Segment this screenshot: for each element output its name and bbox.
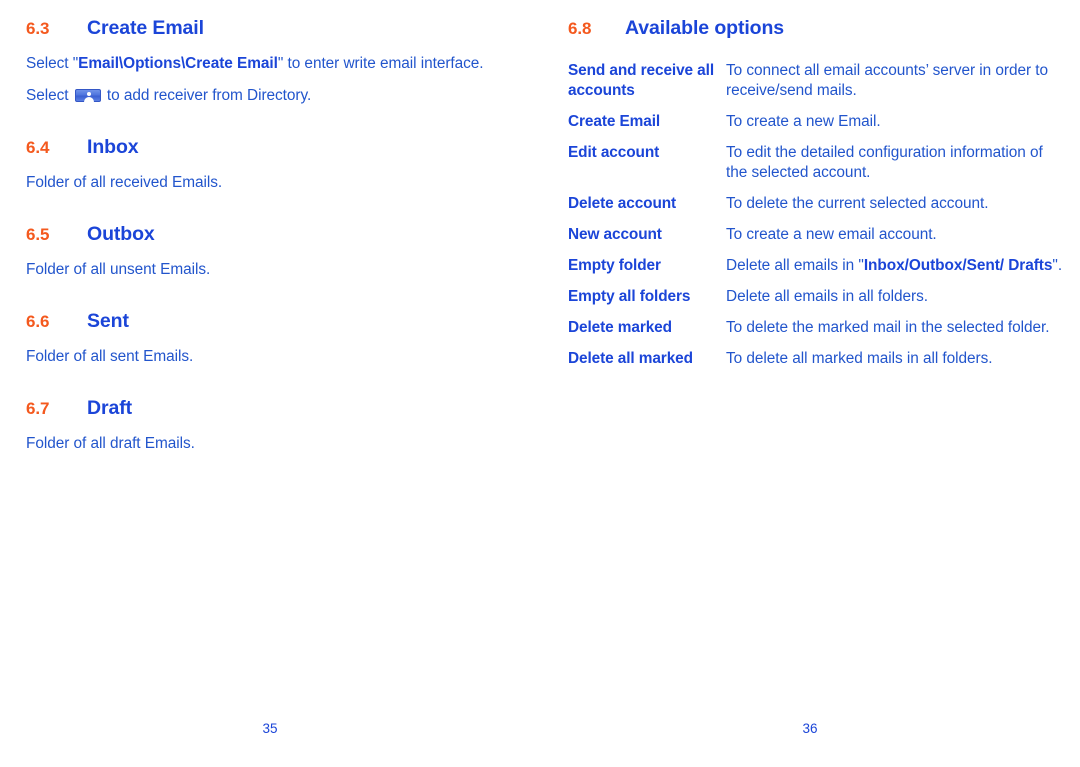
section-heading-6-5: 6.5 Outbox [26, 222, 511, 247]
section-title: Create Email [87, 17, 204, 39]
person-head-shape [86, 92, 91, 96]
option-row: Delete marked To delete the marked mail … [568, 318, 1063, 338]
section-heading-6-8: 6.8 Available options [568, 16, 1063, 41]
page-right: 6.8 Available options Send and receive a… [540, 0, 1080, 767]
manual-spread: 6.3 Create Email Select "Email\Options\C… [0, 0, 1080, 767]
desc-prefix: To delete the marked mail in the selecte… [726, 319, 1050, 336]
option-row: New account To create a new email accoun… [568, 225, 1063, 245]
desc-prefix: Delete all emails in all folders. [726, 288, 928, 305]
section-number: 6.7 [26, 399, 50, 418]
paragraph-inbox: Folder of all received Emails. [26, 174, 223, 191]
option-term: Empty folder [568, 257, 661, 274]
desc-bold: Inbox/Outbox/Sent/ Drafts [863, 257, 1053, 274]
page-left: 6.3 Create Email Select "Email\Options\C… [0, 0, 540, 767]
contact-directory-icon [74, 89, 101, 102]
page-right-content: 6.8 Available options Send and receive a… [568, 16, 1063, 369]
section-heading-6-7: 6.7 Draft [26, 396, 511, 421]
option-term: Edit account [568, 144, 660, 161]
desc-suffix: ". [1052, 257, 1063, 274]
option-term: Empty all folders [568, 288, 691, 305]
section-number: 6.8 [568, 19, 592, 38]
section-heading-6-6: 6.6 Sent [26, 309, 511, 334]
option-description: To create a new email account. [726, 225, 1063, 245]
text-suffix: to add receiver from Directory. [102, 87, 312, 104]
paragraph-create-email-1: Select "Email\Options\Create Email" to e… [26, 54, 511, 74]
section-number: 6.5 [26, 225, 50, 244]
option-row: Empty all folders Delete all emails in a… [568, 287, 1063, 307]
person-body-shape [83, 96, 94, 102]
option-term: Delete marked [568, 319, 672, 336]
section-number: 6.6 [26, 312, 50, 331]
paragraph-draft: Folder of all draft Emails. [26, 435, 195, 452]
option-row: Send and receive all accounts To connect… [568, 61, 1063, 101]
section-number: 6.4 [26, 138, 50, 157]
text-bold-path: Email\Options\Create Email [78, 55, 278, 72]
section-title: Inbox [87, 136, 139, 158]
option-description: To edit the detailed configuration infor… [726, 143, 1063, 183]
page-number-right: 36 [802, 721, 818, 736]
option-description: To create a new Email. [726, 112, 1063, 132]
section-title: Draft [87, 397, 133, 419]
option-term: Delete account [568, 195, 677, 212]
paragraph-create-email-2: Select to add receiver from Directory. [26, 86, 511, 106]
page-number-left: 35 [262, 721, 278, 736]
option-description: To connect all email accounts’ server in… [726, 61, 1063, 101]
option-term: Create Email [568, 113, 661, 130]
option-description: Delete all emails in "Inbox/Outbox/Sent/… [726, 256, 1063, 276]
paragraph-sent: Folder of all sent Emails. [26, 348, 194, 365]
paragraph-outbox: Folder of all unsent Emails. [26, 261, 211, 278]
option-description: To delete the current selected account. [726, 194, 1063, 214]
desc-prefix: To create a new Email. [726, 113, 881, 130]
page-left-content: 6.3 Create Email Select "Email\Options\C… [26, 16, 511, 454]
desc-prefix: To delete the current selected account. [726, 195, 989, 212]
section-heading-6-3: 6.3 Create Email [26, 16, 511, 41]
option-row: Delete all marked To delete all marked m… [568, 349, 1063, 369]
desc-prefix: Delete all emails in " [726, 257, 864, 274]
section-number: 6.3 [26, 19, 50, 38]
option-description: Delete all emails in all folders. [726, 287, 1063, 307]
section-title: Sent [87, 310, 129, 332]
option-term: Send and receive all accounts [568, 62, 714, 99]
desc-prefix: To edit the detailed configuration infor… [726, 144, 1043, 181]
option-term: New account [568, 226, 662, 243]
option-description: To delete the marked mail in the selecte… [726, 318, 1063, 338]
text-prefix: Select " [26, 55, 79, 72]
text-prefix: Select [26, 87, 73, 104]
section-heading-6-4: 6.4 Inbox [26, 135, 511, 160]
option-row: Empty folder Delete all emails in "Inbox… [568, 256, 1063, 276]
desc-prefix: To connect all email accounts’ server in… [726, 62, 1049, 99]
desc-prefix: To create a new email account. [726, 226, 937, 243]
text-suffix: " to enter write email interface. [277, 55, 484, 72]
desc-prefix: To delete all marked mails in all folder… [726, 350, 993, 367]
option-row: Edit account To edit the detailed config… [568, 143, 1063, 183]
section-title: Outbox [87, 223, 155, 245]
option-row: Delete account To delete the current sel… [568, 194, 1063, 214]
available-options-table: Send and receive all accounts To connect… [568, 61, 1063, 369]
option-term: Delete all marked [568, 350, 693, 367]
option-description: To delete all marked mails in all folder… [726, 349, 1063, 369]
option-row: Create Email To create a new Email. [568, 112, 1063, 132]
section-title: Available options [625, 17, 785, 39]
